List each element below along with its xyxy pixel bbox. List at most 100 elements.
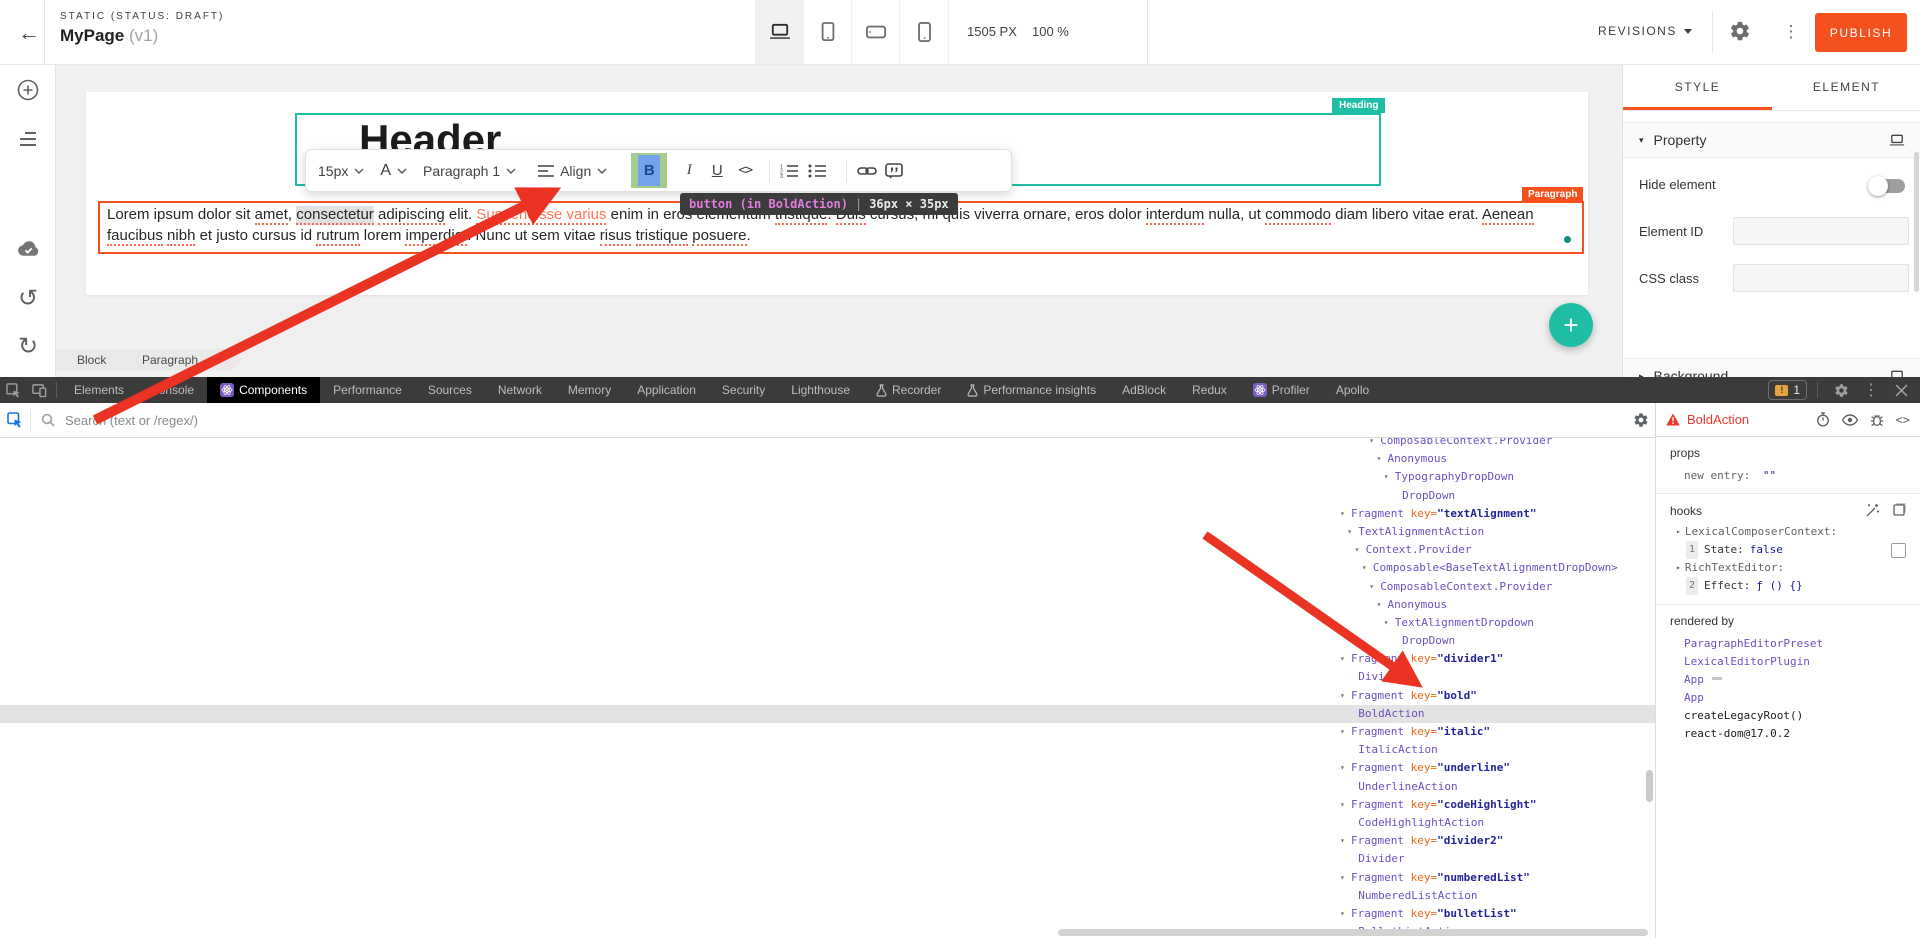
- link-button[interactable]: [857, 165, 885, 177]
- tree-horizontal-scrollbar[interactable]: [1058, 929, 1648, 936]
- breadcrumb-paragraph[interactable]: Paragraph: [118, 349, 242, 370]
- inspect-element-icon[interactable]: [0, 377, 26, 403]
- tree-row-fragment[interactable]: ▾Fragment key="underline": [0, 759, 1655, 777]
- hide-element-toggle[interactable]: [1871, 179, 1905, 193]
- gear-icon[interactable]: [1729, 20, 1751, 42]
- prop-row[interactable]: new entry: "": [1670, 467, 1906, 484]
- add-block-icon[interactable]: [15, 77, 41, 103]
- tree-row-context.provider[interactable]: ▾Context.Provider: [0, 541, 1655, 559]
- tree-row-composablecontext.provider[interactable]: ▾ComposableContext.Provider: [0, 437, 1655, 450]
- tree-row-anonymous[interactable]: ▾Anonymous: [0, 596, 1655, 614]
- rendered-by-item[interactable]: App: [1670, 689, 1906, 707]
- devtools-tab-profiler[interactable]: Profiler: [1240, 377, 1323, 403]
- devtools-tab-performance-insights[interactable]: Performance insights: [954, 377, 1109, 403]
- hook-checkbox[interactable]: [1891, 543, 1906, 558]
- bug-icon[interactable]: [1870, 412, 1884, 427]
- devtools-tab-recorder[interactable]: Recorder: [863, 377, 954, 403]
- components-search-input[interactable]: [63, 412, 667, 429]
- hook-context-row[interactable]: ▸LexicalComposerContext:: [1670, 523, 1906, 541]
- tree-row-dropdown[interactable]: DropDown: [0, 487, 1655, 505]
- tree-row-fragment[interactable]: ▾Fragment key="numberedList": [0, 869, 1655, 887]
- devtools-settings-gear-icon[interactable]: [1828, 377, 1854, 403]
- tree-row-fragment[interactable]: ▾Fragment key="textAlignment": [0, 505, 1655, 523]
- tree-row-textalignmentaction[interactable]: ▾TextAlignmentAction: [0, 523, 1655, 541]
- devtools-tab-memory[interactable]: Memory: [555, 377, 624, 403]
- property-section-header[interactable]: ▾ Property: [1623, 122, 1920, 158]
- revisions-dropdown[interactable]: REVISIONS: [1598, 24, 1692, 38]
- copy-box-icon[interactable]: [1892, 503, 1906, 518]
- quote-button[interactable]: [885, 163, 913, 179]
- rendered-by-item[interactable]: LexicalEditorPlugin: [1670, 653, 1906, 671]
- tree-row-fragment[interactable]: ▾Fragment key="divider1": [0, 650, 1655, 668]
- magic-wand-icon[interactable]: [1865, 503, 1880, 518]
- hook-effect-row[interactable]: 2 Effect: ƒ () {}: [1670, 577, 1906, 595]
- tree-row-composablecontext.provider[interactable]: ▾ComposableContext.Provider: [0, 578, 1655, 596]
- device-phone-portrait-button[interactable]: [899, 0, 949, 64]
- hook-state-row[interactable]: 1 State: false: [1670, 541, 1906, 559]
- text-color-dropdown[interactable]: A: [380, 162, 407, 180]
- tree-row-numberedlistaction[interactable]: NumberedListAction: [0, 887, 1655, 905]
- tree-row-boldaction[interactable]: BoldAction: [0, 705, 1655, 723]
- tree-row-dropdown[interactable]: DropDown: [0, 632, 1655, 650]
- devtools-close-icon[interactable]: [1888, 377, 1914, 403]
- tree-row-codehighlightaction[interactable]: CodeHighlightAction: [0, 814, 1655, 832]
- view-source-icon[interactable]: <>: [1896, 413, 1910, 427]
- css-class-input[interactable]: [1733, 264, 1909, 292]
- tree-row-fragment[interactable]: ▾Fragment key="bold": [0, 687, 1655, 705]
- menu-icon[interactable]: [15, 126, 41, 152]
- tree-row-fragment[interactable]: ▾Fragment key="bulletList": [0, 905, 1655, 923]
- tree-row-textalignmentdropdown[interactable]: ▾TextAlignmentDropdown: [0, 614, 1655, 632]
- background-section-header[interactable]: ▸ Background: [1623, 358, 1920, 377]
- device-tablet-button[interactable]: [803, 0, 852, 64]
- add-element-fab[interactable]: +: [1549, 303, 1593, 347]
- devtools-tab-elements[interactable]: Elements: [61, 377, 137, 403]
- element-id-input[interactable]: [1733, 217, 1909, 245]
- components-settings-gear-icon[interactable]: [1626, 403, 1655, 437]
- tree-row-anonymous[interactable]: ▾Anonymous: [0, 450, 1655, 468]
- underline-button[interactable]: U: [703, 162, 731, 179]
- devtools-tab-lighthouse[interactable]: Lighthouse: [778, 377, 863, 403]
- tab-element[interactable]: ELEMENT: [1772, 64, 1920, 110]
- devtools-tab-components[interactable]: Components: [207, 377, 320, 403]
- tree-vertical-scrollbar[interactable]: [1646, 770, 1653, 802]
- device-desktop-button[interactable]: [755, 0, 804, 64]
- undo-icon[interactable]: ↺: [15, 285, 41, 311]
- devtools-tab-performance[interactable]: Performance: [320, 377, 415, 403]
- tree-row-fragment[interactable]: ▾Fragment key="italic": [0, 723, 1655, 741]
- paragraph-style-dropdown[interactable]: Paragraph 1: [423, 163, 516, 179]
- code-button[interactable]: <>: [731, 163, 759, 178]
- font-size-dropdown[interactable]: 15px: [318, 163, 364, 179]
- devtools-tab-sources[interactable]: Sources: [415, 377, 485, 403]
- tab-style[interactable]: STYLE: [1623, 64, 1772, 110]
- devtools-tab-redux[interactable]: Redux: [1179, 377, 1240, 403]
- align-dropdown[interactable]: Align: [538, 163, 607, 179]
- tree-row-italicaction[interactable]: ItalicAction: [0, 741, 1655, 759]
- tree-row-typographydropdown[interactable]: ▾TypographyDropDown: [0, 468, 1655, 486]
- devtools-tab-adblock[interactable]: AdBlock: [1109, 377, 1179, 403]
- bold-button[interactable]: B: [631, 153, 667, 188]
- tree-row-fragment[interactable]: ▾Fragment key="divider2": [0, 832, 1655, 850]
- publish-button[interactable]: PUBLISH: [1815, 13, 1907, 52]
- devtools-kebab-icon[interactable]: ⋮: [1864, 377, 1878, 403]
- tree-row-fragment[interactable]: ▾Fragment key="codeHighlight": [0, 796, 1655, 814]
- devtools-tab-application[interactable]: Application: [624, 377, 709, 403]
- stopwatch-icon[interactable]: [1816, 412, 1830, 427]
- devtools-tab-console[interactable]: Console: [137, 377, 207, 403]
- italic-button[interactable]: I: [675, 162, 703, 179]
- rendered-by-item[interactable]: App: [1670, 671, 1906, 689]
- devtools-tab-security[interactable]: Security: [709, 377, 778, 403]
- redo-icon[interactable]: ↻: [15, 333, 41, 359]
- device-phone-landscape-button[interactable]: [851, 0, 900, 64]
- tree-row-divider[interactable]: Divider: [0, 668, 1655, 686]
- rendered-by-item[interactable]: ParagraphEditorPreset: [1670, 635, 1906, 653]
- devtools-tab-network[interactable]: Network: [485, 377, 555, 403]
- tree-row-underlineaction[interactable]: UnderlineAction: [0, 778, 1655, 796]
- hook-context-row[interactable]: ▸RichTextEditor:: [1670, 559, 1906, 577]
- back-arrow-icon[interactable]: ←: [14, 18, 44, 48]
- eye-icon[interactable]: [1842, 414, 1858, 426]
- tree-row-divider[interactable]: Divider: [0, 850, 1655, 868]
- react-inspect-element-icon[interactable]: [0, 403, 30, 437]
- device-toolbar-icon[interactable]: [26, 377, 52, 403]
- sidebar-scrollbar[interactable]: [1914, 152, 1919, 292]
- tree-row-composable<basetextalignmentdropdown>[interactable]: ▾Composable<BaseTextAlignmentDropDown>: [0, 559, 1655, 577]
